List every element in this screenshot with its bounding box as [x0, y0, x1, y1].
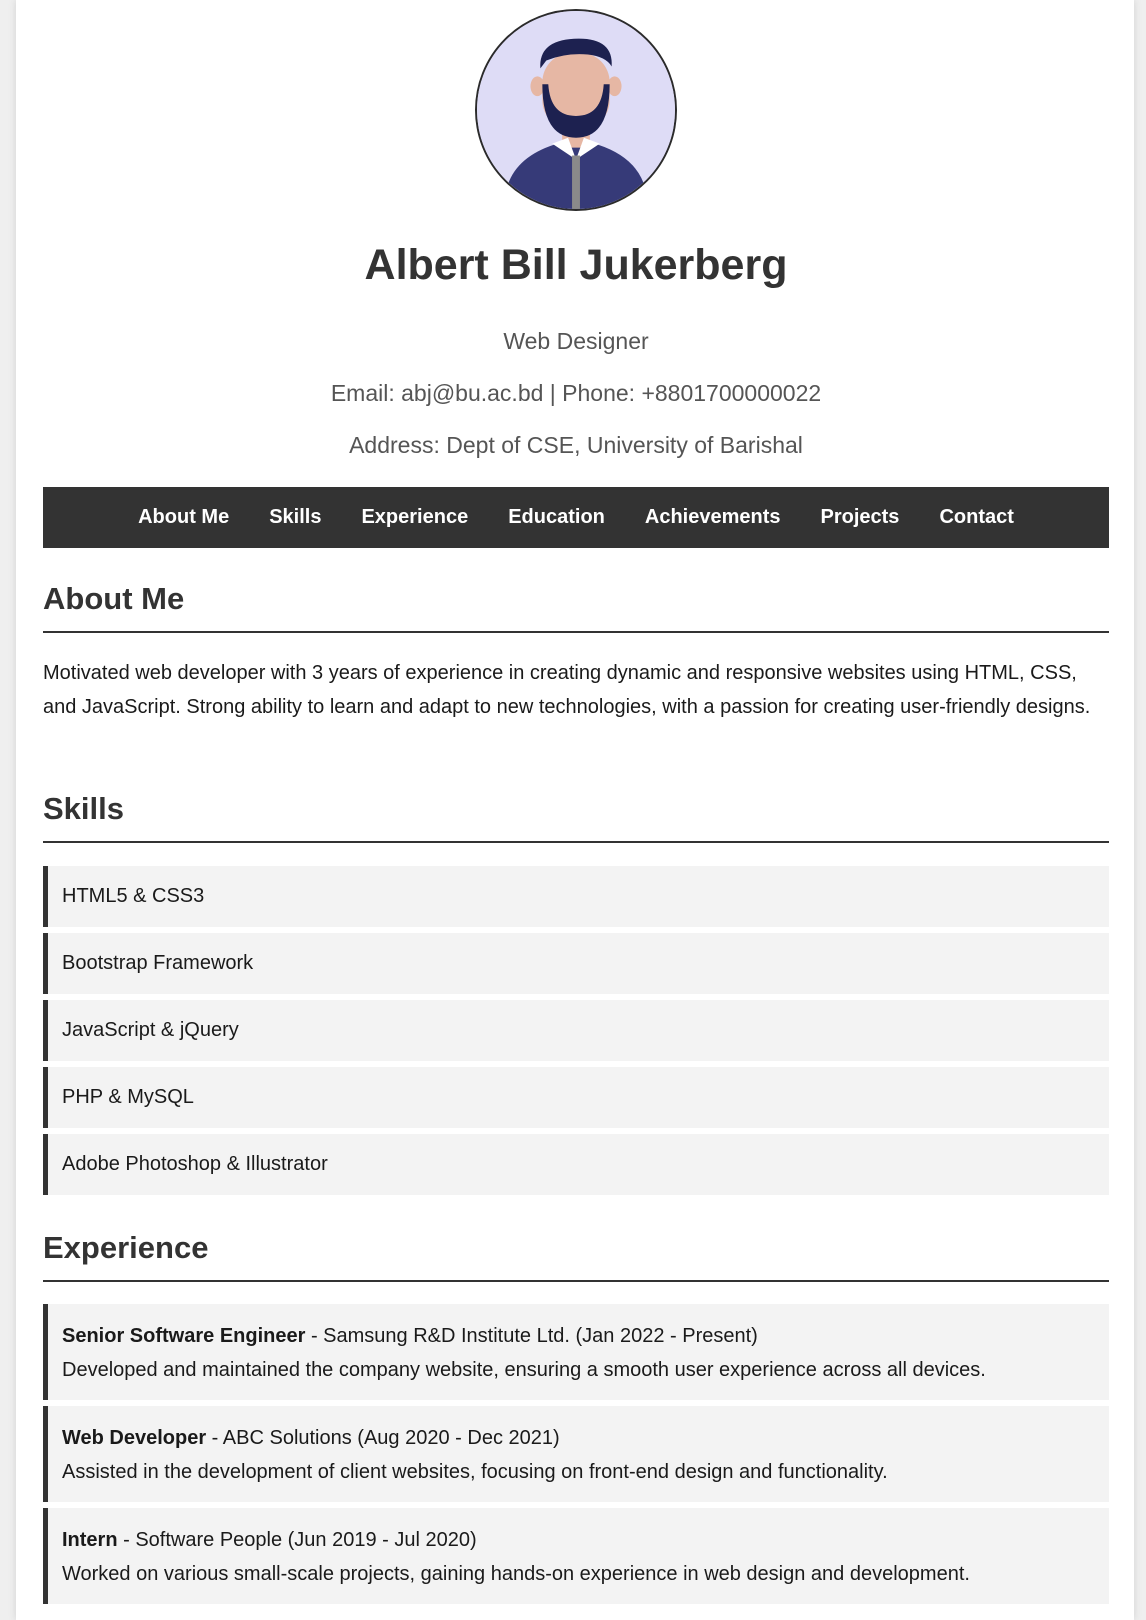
experience-list: Senior Software Engineer - Samsung R&D I… [43, 1304, 1109, 1610]
experience-details: - ABC Solutions (Aug 2020 - Dec 2021) [206, 1427, 560, 1449]
profile-title: Web Designer [503, 328, 649, 354]
about-heading: About Me [43, 579, 1109, 633]
experience-item: Intern - Software People (Jun 2019 - Jul… [43, 1508, 1109, 1604]
skill-item: Bootstrap Framework [43, 933, 1109, 994]
about-text: Motivated web developer with 3 years of … [43, 662, 1091, 718]
nav-link-achievements[interactable]: Achievements [645, 506, 781, 529]
experience-description: Worked on various small-scale projects, … [62, 1563, 970, 1585]
experience-details: - Samsung R&D Institute Ltd. (Jan 2022 -… [305, 1325, 758, 1347]
experience-role: Intern [62, 1529, 118, 1551]
nav-link-experience[interactable]: Experience [361, 506, 468, 529]
skill-item: JavaScript & jQuery [43, 1000, 1109, 1061]
experience-header: Web Developer - ABC Solutions (Aug 2020 … [62, 1421, 1095, 1455]
experience-description: Developed and maintained the company web… [62, 1359, 986, 1381]
skills-list: HTML5 & CSS3 Bootstrap Framework JavaScr… [43, 866, 1109, 1201]
nav-link-contact[interactable]: Contact [939, 506, 1013, 529]
experience-description: Assisted in the development of client we… [62, 1461, 888, 1483]
profile-name: Albert Bill Jukerberg [364, 241, 788, 289]
skill-item: PHP & MySQL [43, 1067, 1109, 1128]
nav-link-projects[interactable]: Projects [821, 506, 900, 529]
skills-heading: Skills [43, 789, 1109, 843]
skill-item: HTML5 & CSS3 [43, 866, 1109, 927]
main-nav: About Me Skills Experience Education Ach… [43, 487, 1109, 548]
profile-address: Address: Dept of CSE, University of Bari… [349, 432, 803, 458]
experience-role: Senior Software Engineer [62, 1325, 306, 1347]
experience-header: Senior Software Engineer - Samsung R&D I… [62, 1319, 1095, 1353]
person-avatar-icon [477, 11, 675, 209]
profile-avatar [475, 9, 677, 211]
experience-header: Intern - Software People (Jun 2019 - Jul… [62, 1523, 1095, 1557]
nav-link-education[interactable]: Education [508, 506, 605, 529]
nav-link-about[interactable]: About Me [138, 506, 229, 529]
profile-contact: Email: abj@bu.ac.bd | Phone: +8801700000… [330, 380, 822, 406]
resume-page: Albert Bill Jukerberg Web Designer Email… [16, 0, 1134, 1620]
nav-link-skills[interactable]: Skills [269, 506, 321, 529]
skill-item: Adobe Photoshop & Illustrator [43, 1134, 1109, 1195]
experience-role: Web Developer [62, 1427, 207, 1449]
experience-heading: Experience [43, 1228, 1109, 1282]
experience-details: - Software People (Jun 2019 - Jul 2020) [117, 1529, 477, 1551]
experience-item: Senior Software Engineer - Samsung R&D I… [43, 1304, 1109, 1400]
experience-item: Web Developer - ABC Solutions (Aug 2020 … [43, 1406, 1109, 1502]
